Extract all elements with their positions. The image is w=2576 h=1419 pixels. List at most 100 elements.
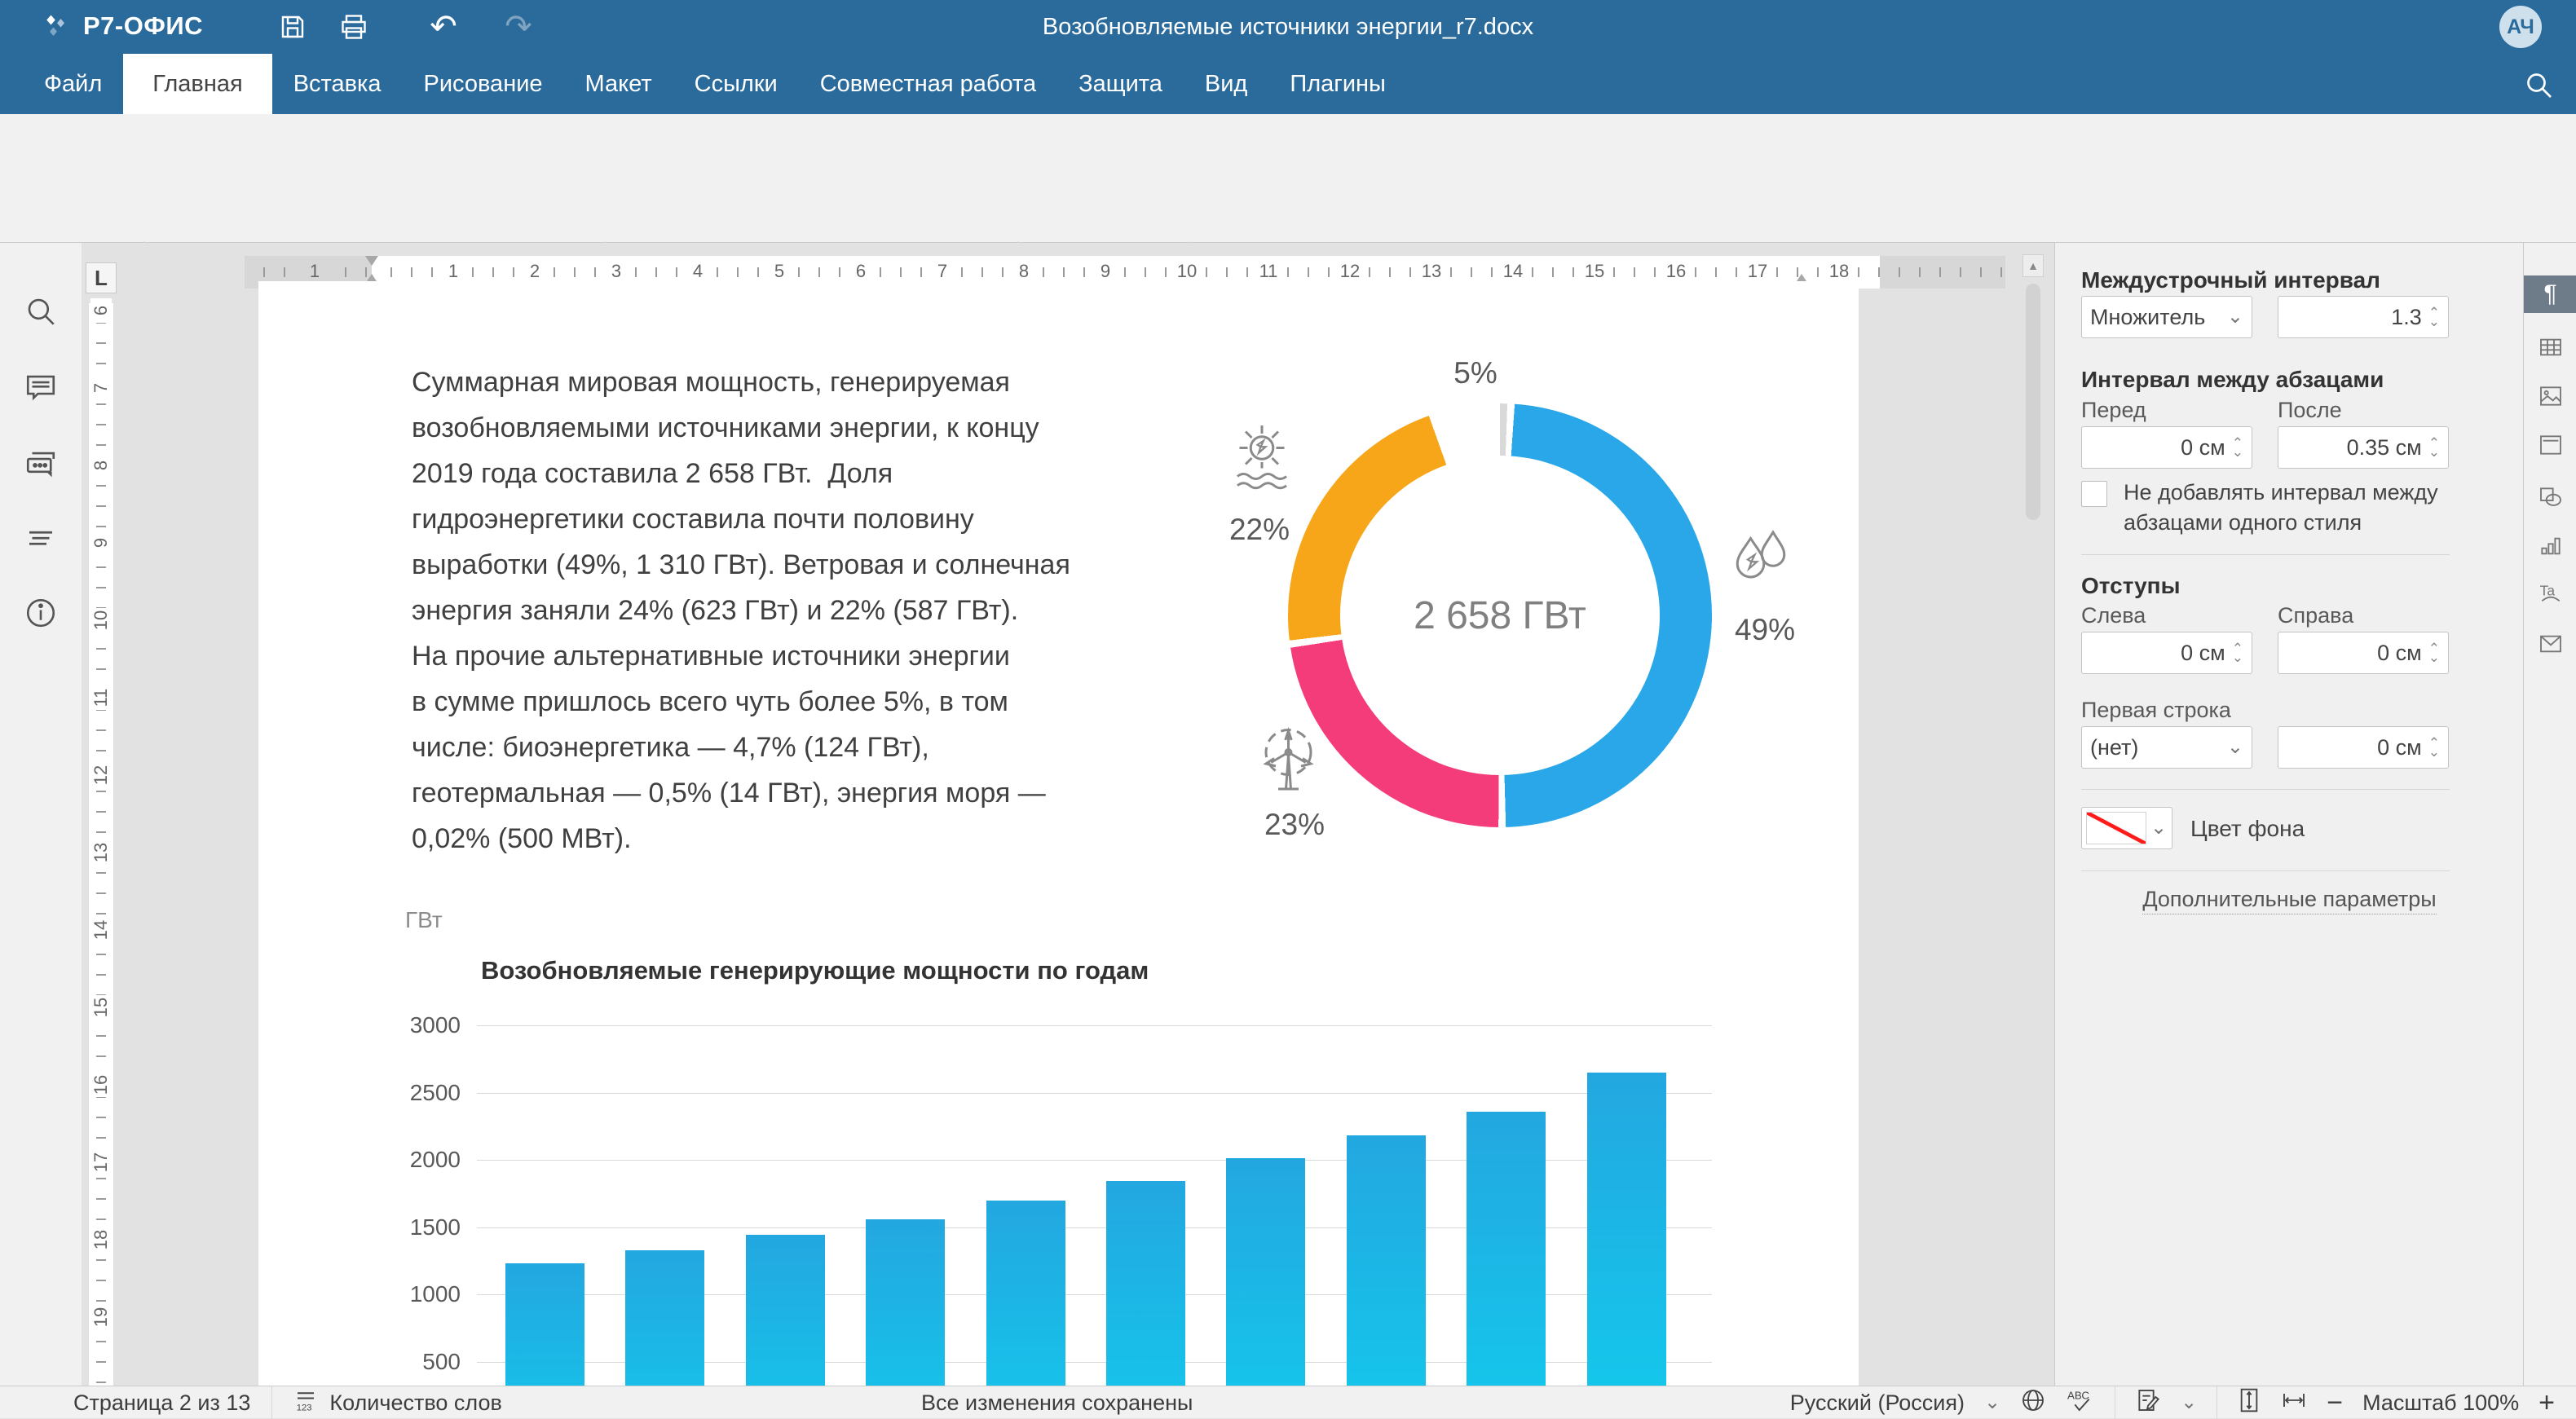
ruler-number: 18	[1827, 261, 1851, 282]
tab-file[interactable]: Файл	[23, 54, 123, 114]
line-spacing-value-spinner[interactable]: 1.3 ⌃⌄	[2278, 296, 2449, 338]
spin-down-icon[interactable]: ⌄	[2428, 747, 2440, 756]
save-button[interactable]	[273, 8, 312, 46]
set-language-button[interactable]	[2020, 1387, 2046, 1419]
donut-label-solar: 22%	[1229, 513, 1290, 547]
shape-settings-button[interactable]	[2538, 484, 2564, 510]
indent-right-spinner[interactable]: 0 см ⌃⌄	[2278, 632, 2449, 674]
spin-down-icon[interactable]: ⌄	[2428, 317, 2440, 326]
tab-plugins[interactable]: Плагины	[1268, 54, 1407, 114]
first-line-amount: 0 см	[2377, 735, 2428, 760]
ruler-number: 3	[604, 261, 629, 282]
indent-left-label: Слева	[2081, 603, 2146, 628]
same-style-spacing-checkbox[interactable]	[2081, 481, 2107, 507]
redo-button[interactable]: ↷	[499, 8, 538, 46]
tab-insert[interactable]: Вставка	[272, 54, 403, 114]
header-footer-settings-button[interactable]	[2538, 432, 2564, 458]
tab-collaboration[interactable]: Совместная работа	[799, 54, 1057, 114]
y-tick-label: 500	[355, 1349, 461, 1375]
sidebar-about-button[interactable]	[21, 593, 60, 632]
zoom-out-button[interactable]: −	[2327, 1387, 2343, 1419]
chevron-down-icon[interactable]: ⌄	[2181, 1393, 2197, 1412]
undo-button[interactable]: ↶	[424, 8, 463, 46]
tab-references[interactable]: Ссылки	[673, 54, 799, 114]
first-line-select[interactable]: (нет) ⌄	[2081, 726, 2252, 769]
ruler-number: 12	[1338, 261, 1362, 282]
ruler-number: 17	[1745, 261, 1770, 282]
headings-list-icon	[24, 522, 58, 557]
bg-color-label: Цвет фона	[2190, 816, 2305, 842]
tab-stop-selector[interactable]: L	[86, 262, 117, 293]
sidebar-navigation-button[interactable]	[21, 520, 60, 559]
avatar[interactable]: АЧ	[2499, 6, 2542, 48]
table-settings-button[interactable]	[2538, 334, 2564, 360]
ruler-number: 16	[90, 1073, 112, 1097]
spin-down-icon[interactable]: ⌄	[2232, 653, 2243, 662]
app-logo: Р7-ОФИС	[42, 11, 203, 41]
indent-right-value: 0 см	[2377, 641, 2428, 666]
text-art-settings-button[interactable]: Ta	[2538, 580, 2564, 606]
y-tick-label: 3000	[355, 1012, 461, 1038]
fit-page-button[interactable]	[2237, 1387, 2261, 1419]
spellcheck-button[interactable]: АВС	[2066, 1387, 2095, 1419]
paragraph-text[interactable]: Суммарная мировая мощность, генерируемая…	[412, 359, 1178, 862]
spin-down-icon[interactable]: ⌄	[2428, 447, 2440, 456]
advanced-settings-link[interactable]: Дополнительные параметры	[2055, 887, 2524, 912]
first-line-indent-marker[interactable]	[365, 256, 378, 266]
fit-width-icon	[2281, 1387, 2307, 1413]
background-color-picker[interactable]: ⌄	[2081, 807, 2172, 849]
scrollbar-thumb[interactable]	[2026, 284, 2040, 520]
donut-label-other: 5%	[1453, 356, 1497, 390]
sidebar-search-button[interactable]	[21, 292, 60, 331]
sidebar-comments-button[interactable]	[21, 368, 60, 408]
tab-layout[interactable]: Макет	[564, 54, 673, 114]
chart-settings-button[interactable]	[2538, 533, 2564, 559]
indents-title: Отступы	[2081, 573, 2181, 599]
spacing-after-spinner[interactable]: 0.35 см ⌃⌄	[2278, 426, 2449, 469]
donut-label-wind: 23%	[1264, 808, 1325, 842]
search-button[interactable]	[2522, 68, 2555, 101]
indent-left-spinner[interactable]: 0 см ⌃⌄	[2081, 632, 2252, 674]
tab-protection[interactable]: Защита	[1057, 54, 1184, 114]
print-button[interactable]	[334, 8, 373, 46]
status-bar: Страница 2 из 13 123 Количество слов Все…	[0, 1386, 2576, 1418]
document-page[interactable]: Суммарная мировая мощность, генерируемая…	[258, 281, 1859, 1386]
text-art-icon: Ta	[2538, 580, 2564, 606]
bar	[1467, 1112, 1546, 1386]
paragraph-settings-panel: Междустрочный интервал Множитель ⌄ 1.3 ⌃…	[2054, 243, 2523, 1386]
vertical-scrollbar[interactable]: ▲	[2022, 254, 2044, 1386]
track-changes-button[interactable]	[2135, 1387, 2161, 1419]
ruler-number: 2	[523, 261, 547, 282]
line-spacing-type-value: Множитель	[2090, 305, 2205, 330]
language-selector[interactable]: Русский (Россия)	[1790, 1390, 1965, 1416]
page-indicator[interactable]: Страница 2 из 13	[73, 1390, 250, 1416]
bar	[1347, 1135, 1426, 1386]
tab-home[interactable]: Главная	[123, 54, 271, 114]
tab-draw[interactable]: Рисование	[402, 54, 563, 114]
paragraph-settings-button[interactable]: ¶	[2524, 275, 2576, 313]
ruler-number: 17	[90, 1150, 112, 1174]
chevron-down-icon[interactable]: ⌄	[1984, 1393, 2000, 1412]
word-count[interactable]: Количество слов	[329, 1390, 501, 1416]
first-line-amount-spinner[interactable]: 0 см ⌃⌄	[2278, 726, 2449, 769]
header-footer-icon	[2538, 432, 2564, 458]
scroll-up-button[interactable]: ▲	[2022, 254, 2044, 277]
ruler-number: 8	[1012, 261, 1036, 282]
image-settings-button[interactable]	[2538, 383, 2564, 409]
spin-down-icon[interactable]: ⌄	[2232, 447, 2243, 456]
ruler-number: 1	[441, 261, 465, 282]
zoom-level[interactable]: Масштаб 100%	[2362, 1390, 2519, 1416]
mail-merge-settings-button[interactable]	[2538, 631, 2564, 657]
spin-down-icon[interactable]: ⌄	[2428, 653, 2440, 662]
fit-width-button[interactable]	[2281, 1387, 2307, 1419]
spacing-before-spinner[interactable]: 0 см ⌃⌄	[2081, 426, 2252, 469]
r7-logo-icon	[42, 11, 72, 41]
ruler-number: 7	[90, 376, 112, 400]
ruler-number: 15	[90, 995, 112, 1020]
ruler-number: 9	[1093, 261, 1118, 282]
tab-view[interactable]: Вид	[1184, 54, 1268, 114]
zoom-in-button[interactable]: +	[2539, 1387, 2555, 1419]
line-spacing-type-select[interactable]: Множитель ⌄	[2081, 296, 2252, 338]
sidebar-chat-button[interactable]	[21, 445, 60, 484]
vertical-ruler[interactable]: 678910111213141516171819	[89, 303, 113, 1386]
